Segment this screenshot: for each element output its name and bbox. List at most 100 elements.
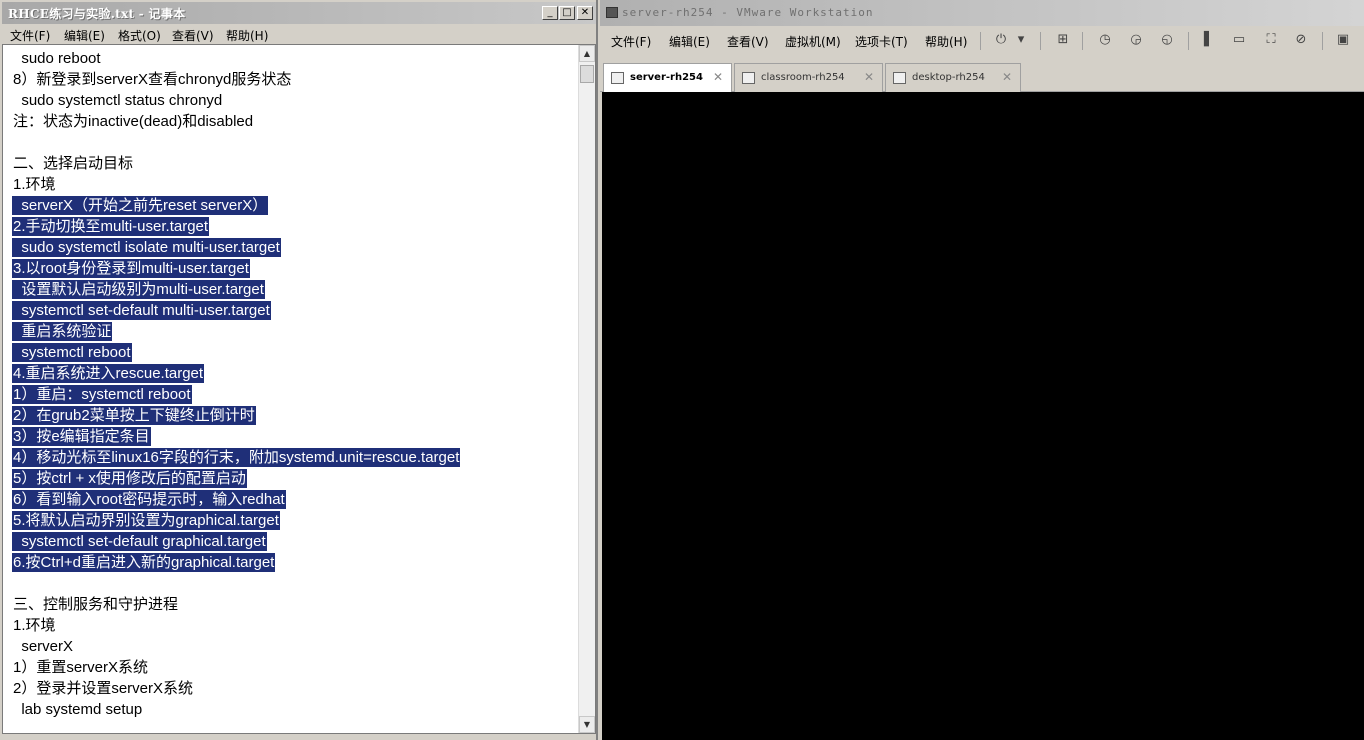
text-line-content: serverX — [13, 638, 74, 655]
text-line-content: 5.将默认启动界别设置为graphical.target — [12, 511, 280, 530]
text-line: 设置默认启动级别为multi-user.target — [12, 279, 580, 300]
text-line: serverX（开始之前先reset serverX） — [12, 195, 580, 216]
text-line-content: lab systemd setup — [13, 701, 143, 718]
text-line-content: 2.手动切换至multi-user.target — [12, 217, 210, 236]
tab-label: server-rh254 — [630, 72, 703, 83]
text-line-content: systemctl set-default multi-user.target — [12, 301, 271, 320]
text-line-content: 4.重启系统进入rescue.target — [12, 364, 205, 383]
notepad-title-bar[interactable]: RHCE练习与实验.txt - 记事本 _ □ ✕ — [2, 2, 596, 24]
power-icon[interactable]: ⏻ — [992, 31, 1010, 49]
fullscreen-icon[interactable]: ⛶ — [1262, 31, 1280, 49]
text-line: 5.将默认启动界别设置为graphical.target — [12, 510, 580, 531]
text-line: 1.环境 — [12, 615, 580, 636]
text-line-content: 1）重启：systemctl reboot — [12, 385, 192, 404]
text-line-content: 3.以root身份登录到multi-user.target — [12, 259, 250, 278]
vm-menu-edit[interactable]: 编辑(E) — [669, 33, 710, 50]
snapshot-restore-icon[interactable]: ◶ — [1127, 31, 1145, 49]
menu-view[interactable]: 查看(V) — [172, 27, 214, 44]
menu-edit[interactable]: 编辑(E) — [64, 27, 105, 44]
vm-menu-file[interactable]: 文件(F) — [611, 33, 651, 50]
text-line-content: 2）登录并设置serverX系统 — [13, 680, 194, 697]
vmware-title-bar[interactable]: server-rh254 - VMware Workstation — [600, 0, 1364, 26]
snapshot-icon[interactable]: ◷ — [1096, 31, 1114, 49]
toolbar-separator — [980, 32, 981, 50]
text-line: 三、控制服务和守护进程 — [12, 594, 580, 615]
text-line: 重启系统验证 — [12, 321, 580, 342]
text-line: sudo reboot — [12, 48, 580, 69]
menu-file[interactable]: 文件(F) — [10, 27, 50, 44]
tab-desktop-rh254[interactable]: desktop-rh254 ✕ — [885, 63, 1021, 92]
text-line: 3）按e编辑指定条目 — [12, 426, 580, 447]
text-line: 8）新登录到serverX查看chronyd服务状态 — [12, 69, 580, 90]
text-line: systemctl reboot — [12, 342, 580, 363]
text-line-content: 设置默认启动级别为multi-user.target — [12, 280, 265, 299]
vm-icon — [611, 72, 624, 84]
text-line — [12, 132, 580, 153]
text-line-content: 5）按ctrl + x使用修改后的配置启动 — [12, 469, 247, 488]
vm-menu-tabs[interactable]: 选项卡(T) — [855, 33, 908, 50]
text-line: 2）在grub2菜单按上下键终止倒计时 — [12, 405, 580, 426]
close-icon[interactable]: ✕ — [1002, 70, 1012, 84]
notepad-window-title: RHCE练习与实验.txt - 记事本 — [8, 7, 186, 21]
text-line: 4.重启系统进入rescue.target — [12, 363, 580, 384]
text-line-content: 3）按e编辑指定条目 — [12, 427, 151, 446]
text-line: 3.以root身份登录到multi-user.target — [12, 258, 580, 279]
text-line-content: 2）在grub2菜单按上下键终止倒计时 — [12, 406, 256, 425]
maximize-button[interactable]: □ — [559, 6, 575, 20]
scroll-up-icon[interactable]: ▲ — [579, 45, 595, 62]
text-line: 二、选择启动目标 — [12, 153, 580, 174]
text-line: 注：状态为inactive(dead)和disabled — [12, 111, 580, 132]
text-line-content — [12, 133, 14, 152]
text-line-content: 注：状态为inactive(dead)和disabled — [13, 113, 254, 130]
snapshot-manager-icon[interactable]: ◵ — [1158, 31, 1176, 49]
vmware-window-title: server-rh254 - VMware Workstation — [622, 6, 874, 19]
vm-tab-strip: server-rh254 ✕ classroom-rh254 ✕ desktop… — [600, 60, 1364, 93]
vertical-scrollbar[interactable]: ▲ ▼ — [578, 45, 595, 733]
text-line-content: 8）新登录到serverX查看chronyd服务状态 — [13, 71, 292, 88]
unity-icon[interactable]: ⊘ — [1292, 31, 1310, 49]
scroll-down-icon[interactable]: ▼ — [579, 716, 595, 733]
text-line: sudo systemctl status chronyd — [12, 90, 580, 111]
close-button[interactable]: ✕ — [577, 6, 593, 20]
text-line: systemctl set-default multi-user.target — [12, 300, 580, 321]
vm-console-screen[interactable] — [602, 92, 1364, 740]
text-line-content: systemctl reboot — [12, 343, 132, 362]
text-line-content: 1.环境 — [13, 617, 56, 634]
text-line-content: sudo systemctl status chronyd — [13, 92, 223, 109]
toolbar-separator — [1322, 32, 1323, 50]
text-line-content: 重启系统验证 — [12, 322, 113, 341]
close-icon[interactable]: ✕ — [713, 70, 723, 84]
vm-menu-help[interactable]: 帮助(H) — [925, 33, 967, 50]
menu-help[interactable]: 帮助(H) — [226, 27, 268, 44]
notepad-text-area[interactable]: sudo reboot 8）新登录到serverX查看chronyd服务状态 su… — [2, 44, 596, 734]
toolbar-separator — [1188, 32, 1189, 50]
text-line: lab systemd setup — [12, 699, 580, 720]
console-view-icon[interactable]: ▭ — [1230, 31, 1248, 49]
close-icon[interactable]: ✕ — [864, 70, 874, 84]
text-line: 6）看到输入root密码提示时，输入redhat — [12, 489, 580, 510]
vmware-app-icon — [606, 7, 618, 18]
text-line: 1）重启：systemctl reboot — [12, 384, 580, 405]
vm-menu-view[interactable]: 查看(V) — [727, 33, 769, 50]
text-line-content: 三、控制服务和守护进程 — [13, 596, 179, 613]
menu-format[interactable]: 格式(O) — [118, 27, 161, 44]
scroll-thumb[interactable] — [580, 65, 594, 83]
text-line: 2）登录并设置serverX系统 — [12, 678, 580, 699]
minimize-button[interactable]: _ — [542, 6, 558, 20]
notepad-window: RHCE练习与实验.txt - 记事本 _ □ ✕ 文件(F) 编辑(E) 格式… — [0, 0, 598, 740]
text-line — [12, 573, 580, 594]
text-line: 5）按ctrl + x使用修改后的配置启动 — [12, 468, 580, 489]
text-line-content: 6.按Ctrl+d重启进入新的graphical.target — [12, 553, 276, 572]
network-icon[interactable]: ⊞ — [1054, 31, 1072, 49]
tab-classroom-rh254[interactable]: classroom-rh254 ✕ — [734, 63, 883, 92]
text-line-content: sudo systemctl isolate multi-user.target — [12, 238, 281, 257]
text-line-content: 6）看到输入root密码提示时，输入redhat — [12, 490, 286, 509]
tab-server-rh254[interactable]: server-rh254 ✕ — [603, 63, 732, 93]
text-line-content: 二、选择启动目标 — [13, 155, 134, 172]
text-line: 2.手动切换至multi-user.target — [12, 216, 580, 237]
vm-menu-vm[interactable]: 虚拟机(M) — [785, 33, 841, 50]
stretch-icon[interactable]: ▣ — [1334, 31, 1352, 49]
chevron-down-icon[interactable]: ▾ — [1012, 31, 1030, 49]
text-lines: sudo reboot 8）新登录到serverX查看chronyd服务状态 su… — [12, 48, 580, 720]
sidebar-toggle-icon[interactable]: ▌ — [1200, 31, 1218, 49]
